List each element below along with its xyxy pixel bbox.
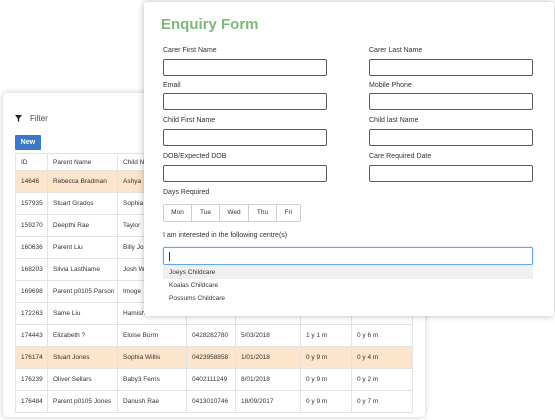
- cell-parent-name: Parent p0105 Jones: [47, 390, 118, 413]
- dob-input[interactable]: [163, 165, 327, 182]
- cell-child-name: Eloise Burm: [117, 324, 187, 347]
- column-header-id[interactable]: ID: [15, 153, 48, 171]
- cell-id: 176239: [15, 368, 48, 391]
- table-row[interactable]: 176484 Parent p0105 Jones Danush Rae 041301…: [15, 390, 413, 413]
- cell-parent-name: Elizabeth ?: [47, 324, 118, 347]
- cell-id: 14646: [15, 170, 48, 193]
- centre-label: I am interested in the following centre(…: [163, 232, 288, 239]
- cell-id: 176484: [15, 390, 48, 413]
- cell-phone: 0423958858: [186, 346, 236, 369]
- cell-id: 160636: [15, 236, 48, 259]
- filter-icon: [15, 114, 22, 122]
- centre-option[interactable]: Possums Childcare: [163, 292, 533, 305]
- day-fri-button[interactable]: Fri: [277, 205, 300, 221]
- day-wed-button[interactable]: Wed: [220, 205, 249, 221]
- cell-parent-name: Deepthi Rae: [47, 214, 118, 237]
- cell-phone: 0413010746: [186, 390, 236, 413]
- cell-child-name: Baby3 Ferris: [117, 368, 187, 391]
- cell-parent-name: Stuart Grados: [47, 192, 118, 215]
- care-required-date-label: Care Required Date: [369, 153, 432, 160]
- cell-date: 1/01/2018: [235, 346, 301, 369]
- cell-id: 157935: [15, 192, 48, 215]
- cell-child-name: Danush Rae: [117, 390, 187, 413]
- cell-age-2: 0 y 2 m: [351, 368, 413, 391]
- cell-parent-name: Same Liu: [47, 302, 118, 325]
- filter-bar[interactable]: Filter: [15, 111, 48, 125]
- filter-label: Filter: [30, 113, 48, 123]
- enquiry-form-panel: Enquiry Form Carer First Name Carer Last…: [144, 2, 554, 316]
- cell-parent-name: Silvia LastName: [47, 258, 118, 281]
- carer-last-name-label: Carer Last Name: [369, 47, 423, 54]
- table-row[interactable]: 174443 Elizabeth ? Eloise Burm 0428282780 5/…: [15, 324, 413, 347]
- email-input[interactable]: [163, 93, 327, 110]
- stage: Filter New ID Parent Name Child N 14646 …: [0, 0, 555, 420]
- cell-parent-name: Oliver Sellars: [47, 368, 118, 391]
- day-thu-button[interactable]: Thu: [249, 205, 277, 221]
- cell-age: 0 y 9 m: [300, 368, 352, 391]
- cell-date: 5/03/2018: [235, 324, 301, 347]
- dob-label: DOB/Expected DOB: [163, 153, 227, 160]
- days-required-label: Days Required: [163, 189, 210, 196]
- carer-last-name-input[interactable]: [369, 59, 533, 76]
- column-header-parent-name[interactable]: Parent Name: [47, 153, 118, 171]
- cell-phone: 0428282780: [186, 324, 236, 347]
- mobile-phone-input[interactable]: [369, 93, 533, 110]
- cell-date: 18/09/2017: [235, 390, 301, 413]
- cell-parent-name: Parent p0105 Parson: [47, 280, 118, 303]
- cell-phone: 0402111249: [186, 368, 236, 391]
- cell-age-2: 0 y 7 m: [351, 390, 413, 413]
- cell-id: 172263: [15, 302, 48, 325]
- mobile-phone-label: Mobile Phone: [369, 82, 412, 89]
- new-button[interactable]: New: [15, 135, 41, 150]
- cell-age: 1 y 1 m: [300, 324, 352, 347]
- centre-search-input[interactable]: [163, 247, 533, 265]
- text-caret: [169, 252, 170, 261]
- cell-age-2: 0 y 4 m: [351, 346, 413, 369]
- cell-date: 8/01/2018: [235, 368, 301, 391]
- centre-option[interactable]: Koalas Childcare: [163, 279, 533, 292]
- cell-parent-name: Parent Liu: [47, 236, 118, 259]
- cell-parent-name: Stuart Jones: [47, 346, 118, 369]
- cell-id: 174443: [15, 324, 48, 347]
- cell-child-name: Sophia Willis: [117, 346, 187, 369]
- email-label: Email: [163, 82, 181, 89]
- table-row[interactable]: 176174 Stuart Jones Sophia Willis 042395885…: [15, 346, 413, 369]
- care-required-date-input[interactable]: [369, 165, 533, 182]
- days-selector: Mon Tue Wed Thu Fri: [163, 204, 301, 222]
- cell-id: 176174: [15, 346, 48, 369]
- cell-age-2: 0 y 6 m: [351, 324, 413, 347]
- child-first-name-label: Child First Name: [163, 117, 216, 124]
- day-tue-button[interactable]: Tue: [192, 205, 220, 221]
- cell-id: 159270: [15, 214, 48, 237]
- day-mon-button[interactable]: Mon: [164, 205, 192, 221]
- cell-id: 169698: [15, 280, 48, 303]
- child-last-name-input[interactable]: [369, 129, 533, 146]
- cell-id: 168203: [15, 258, 48, 281]
- centre-options-dropdown: Joeys Childcare Koalas Childcare Possums…: [163, 266, 533, 305]
- child-last-name-label: Child last Name: [369, 117, 419, 124]
- centre-option[interactable]: Joeys Childcare: [163, 266, 533, 279]
- cell-age: 0 y 9 m: [300, 390, 352, 413]
- carer-first-name-label: Carer First Name: [163, 47, 217, 54]
- cell-parent-name: Rebecca Bradman: [47, 170, 118, 193]
- form-title: Enquiry Form: [161, 16, 259, 33]
- child-first-name-input[interactable]: [163, 129, 327, 146]
- carer-first-name-input[interactable]: [163, 59, 327, 76]
- cell-age: 0 y 9 m: [300, 346, 352, 369]
- table-row[interactable]: 176239 Oliver Sellars Baby3 Ferris 04021112…: [15, 368, 413, 391]
